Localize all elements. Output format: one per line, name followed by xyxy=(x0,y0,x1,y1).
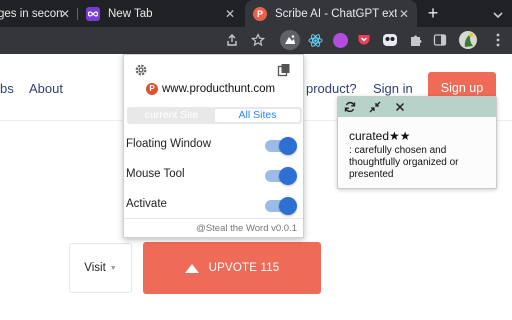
scope-segmented-control: current Site All Sites xyxy=(127,107,302,124)
toggle-knob xyxy=(279,167,297,185)
mouse-tool-label: Mouse Tool xyxy=(126,168,185,180)
tab-2[interactable]: New Tab ✕ xyxy=(80,0,242,27)
gear-icon[interactable] xyxy=(134,63,148,77)
puzzle-icon[interactable] xyxy=(408,32,424,48)
tab-title: Scribe AI - ChatGPT exten xyxy=(275,7,411,20)
tab-title: New Tab xyxy=(108,7,153,20)
version-footer: @Steal the Word v0.0.1 xyxy=(196,223,297,234)
word-definition-card: curated★★ : carefully chosen and thought… xyxy=(337,96,497,189)
nav-link-about[interactable]: About xyxy=(29,81,63,96)
refresh-icon[interactable] xyxy=(343,100,357,114)
tab-1[interactable]: ges in secon ✕ xyxy=(0,0,74,27)
sign-in-link[interactable]: Sign in xyxy=(373,81,413,96)
upvote-label: UPVOTE 115 xyxy=(208,262,280,274)
current-site: P www.producthunt.com xyxy=(146,83,275,95)
steal-the-word-extension-icon[interactable] xyxy=(280,30,300,50)
close-tab-icon[interactable]: ✕ xyxy=(223,7,237,21)
close-tab-icon[interactable]: ✕ xyxy=(58,7,72,21)
react-devtools-icon[interactable] xyxy=(307,32,323,48)
divider xyxy=(124,218,303,219)
toggle-knob xyxy=(279,197,297,215)
chevron-down-icon: ▼ xyxy=(109,264,117,272)
tab-3-active[interactable]: P Scribe AI - ChatGPT exten ✕ xyxy=(245,0,417,27)
toggle-knob xyxy=(279,137,297,155)
tab-search-icon[interactable] xyxy=(492,8,504,20)
new-tab-button[interactable]: + xyxy=(424,4,442,22)
browser-tab-strip: ges in secon ✕ New Tab ✕ P Scribe AI - C… xyxy=(0,0,512,27)
tab-current-site[interactable]: current Site xyxy=(129,109,214,122)
extension-purple-icon[interactable] xyxy=(332,32,348,48)
tab-all-sites[interactable]: All Sites xyxy=(215,109,300,122)
visit-label: Visit xyxy=(84,262,106,274)
collapse-icon[interactable] xyxy=(368,100,382,114)
visit-select[interactable]: Visit ▼ xyxy=(69,243,132,293)
floating-window-label: Floating Window xyxy=(126,138,212,150)
nav-link-partial[interactable]: bs xyxy=(0,81,14,96)
card-word: curated★★ xyxy=(349,129,411,143)
producthunt-icon: P xyxy=(146,83,158,95)
activate-label: Activate xyxy=(126,198,167,210)
browser-toolbar xyxy=(0,27,512,54)
close-tab-icon[interactable]: ✕ xyxy=(397,7,411,21)
producthunt-icon: P xyxy=(253,6,267,21)
star-icon[interactable] xyxy=(250,32,266,48)
site-url: www.producthunt.com xyxy=(162,83,276,95)
sidebar-icon[interactable] xyxy=(432,32,448,48)
copy-icon[interactable] xyxy=(277,63,291,77)
mouse-tool-toggle[interactable] xyxy=(265,167,297,185)
share-icon[interactable] xyxy=(224,32,240,48)
profile-avatar[interactable] xyxy=(459,31,477,49)
new-tab-icon xyxy=(86,6,100,21)
activate-toggle[interactable] xyxy=(265,197,297,215)
upvote-button[interactable]: UPVOTE 115 xyxy=(143,242,321,294)
nav-text-product[interactable]: product? xyxy=(306,81,357,96)
close-icon[interactable] xyxy=(393,100,407,114)
extension-popup: P www.producthunt.com current Site All S… xyxy=(123,54,304,238)
card-header xyxy=(338,97,496,117)
tab-separator xyxy=(77,8,78,20)
ghost-icon[interactable] xyxy=(382,32,398,48)
tab-title: ges in secon xyxy=(0,7,63,20)
menu-kebab-icon[interactable] xyxy=(490,32,506,48)
upvote-triangle-icon xyxy=(184,263,199,273)
card-definition: : carefully chosen and thoughtfully orga… xyxy=(349,145,459,180)
floating-window-toggle[interactable] xyxy=(265,137,297,155)
pocket-icon[interactable] xyxy=(356,32,372,48)
